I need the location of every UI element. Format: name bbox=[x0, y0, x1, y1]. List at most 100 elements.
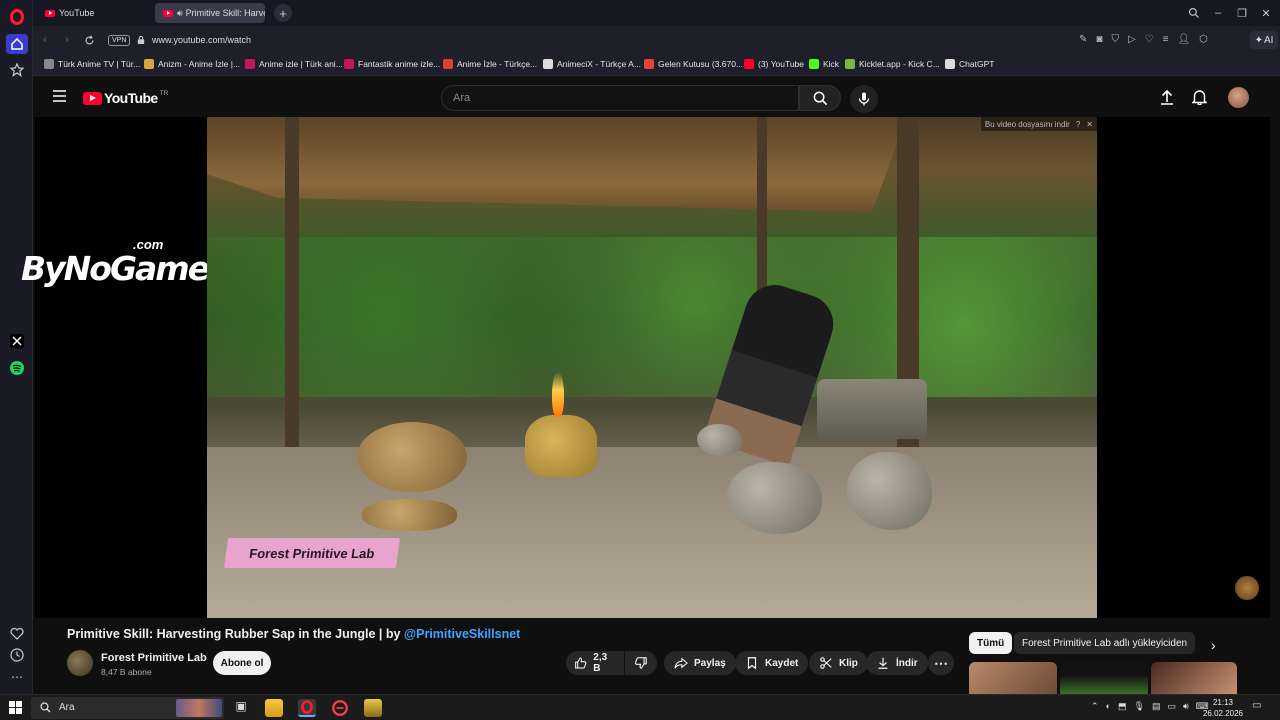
account-avatar[interactable] bbox=[1228, 87, 1249, 108]
bookmark-item[interactable]: AnimeciX - Türkçe A... bbox=[543, 59, 641, 69]
tab-label: YouTube bbox=[59, 8, 95, 18]
chip-from-uploader[interactable]: Forest Primitive Lab adlı yükleyiciden bbox=[1014, 632, 1196, 654]
back-button[interactable]: ‹ bbox=[37, 32, 53, 48]
thumbs-down-icon bbox=[634, 657, 647, 669]
vpn-badge[interactable]: VPN bbox=[108, 35, 131, 46]
tray-app-icon[interactable]: ⬒ bbox=[1118, 701, 1127, 712]
download-video-note[interactable]: Bu video dosyasını indir ? ✕ bbox=[980, 117, 1097, 131]
like-button[interactable]: 2,3 B bbox=[566, 651, 624, 675]
channel-name[interactable]: Forest Primitive Lab bbox=[101, 652, 207, 664]
video-player[interactable]: ByNoGame .com Bu video dosyasını indir ?… bbox=[21, 117, 1270, 618]
tray-mic-icon[interactable]: 🎙︎ bbox=[1134, 701, 1145, 712]
task-view-icon[interactable]: ▣ bbox=[232, 699, 250, 717]
channel-branding-icon[interactable] bbox=[1235, 576, 1259, 600]
hamburger-menu-icon[interactable] bbox=[53, 90, 66, 105]
video-frame[interactable]: Bu video dosyasını indir ? ✕ Forest Prim… bbox=[207, 117, 1097, 618]
bookmark-favicon-icon bbox=[44, 59, 54, 69]
speaker-icon[interactable]: 🔊︎ bbox=[177, 8, 183, 19]
new-tab-button[interactable]: + bbox=[274, 4, 292, 22]
bookmark-item[interactable]: Fantastik anime izle... bbox=[344, 59, 440, 69]
bookmark-item[interactable]: Kick bbox=[809, 59, 839, 69]
edit-icon[interactable]: ✎ bbox=[1079, 34, 1087, 45]
opera-taskbar-icon[interactable] bbox=[298, 699, 316, 717]
voice-search-button[interactable] bbox=[850, 85, 878, 113]
forward-button[interactable]: › bbox=[59, 32, 75, 48]
bookmarks-bar: Türk Anime TV | Tür... Anizm - Anime İzl… bbox=[33, 54, 1280, 76]
home-icon[interactable] bbox=[6, 34, 28, 54]
bookmark-item[interactable]: Anizm - Anime İzle |... bbox=[144, 59, 240, 69]
notifications-bell-icon[interactable] bbox=[1191, 89, 1208, 108]
download-note-text: Bu video dosyasını indir bbox=[984, 119, 1070, 129]
search-input[interactable]: Ara bbox=[441, 85, 799, 111]
network-icon[interactable]: ▭ bbox=[1167, 701, 1176, 712]
bookmark-item[interactable]: Kicklet.app - Kick C... bbox=[845, 59, 940, 69]
channel-handle-link[interactable]: @PrimitiveSkillsnet bbox=[404, 627, 520, 641]
recommended-thumbnail[interactable] bbox=[969, 662, 1057, 694]
clip-label: Klip bbox=[839, 657, 858, 669]
recommended-thumbnail[interactable] bbox=[1151, 662, 1237, 694]
share-button[interactable]: Paylaş bbox=[664, 651, 736, 675]
tray-chevron-icon[interactable]: ⌃ bbox=[1091, 701, 1099, 712]
camera-icon[interactable]: ◙ bbox=[1096, 34, 1102, 45]
save-label: Kaydet bbox=[765, 657, 799, 669]
download-button[interactable]: İndir bbox=[866, 651, 928, 675]
opera-gx-taskbar-icon[interactable] bbox=[331, 699, 349, 717]
x-twitter-icon[interactable] bbox=[8, 332, 26, 350]
close-button[interactable]: ✕ bbox=[1258, 5, 1274, 21]
search-button[interactable] bbox=[799, 85, 841, 111]
taskbar-search[interactable]: Ara bbox=[31, 697, 224, 719]
volume-icon[interactable]: 🔊︎ bbox=[1183, 701, 1189, 712]
extensions-icon[interactable]: ⬡ bbox=[1199, 34, 1208, 45]
windows-start-icon[interactable] bbox=[9, 701, 22, 717]
more-icon[interactable]: ⋯ bbox=[8, 668, 26, 686]
channel-avatar[interactable] bbox=[67, 650, 93, 676]
star-icon[interactable] bbox=[8, 61, 26, 79]
url-text[interactable]: www.youtube.com/watch bbox=[152, 35, 251, 45]
upload-icon[interactable] bbox=[1160, 89, 1174, 108]
tray-app-icon[interactable]: ◐ bbox=[1106, 701, 1111, 712]
close-icon[interactable]: ✕ bbox=[1086, 120, 1093, 129]
app-taskbar-icon[interactable] bbox=[364, 699, 382, 717]
aria-ai-button[interactable]: ✦ AI bbox=[1250, 31, 1278, 49]
profile-icon[interactable]: 👤︎ bbox=[1177, 34, 1190, 45]
file-explorer-icon[interactable] bbox=[265, 699, 283, 717]
tray-app-icon[interactable]: ▤ bbox=[1152, 701, 1161, 712]
tab-primitive-skill[interactable]: 🔊︎ Primitive Skill: Harvest bbox=[155, 3, 265, 23]
address-bar[interactable]: VPN www.youtube.com/watch bbox=[101, 30, 1241, 50]
heart-icon[interactable]: ♡ bbox=[1145, 34, 1154, 45]
clip-button[interactable]: Klip bbox=[809, 651, 868, 675]
bookmark-item[interactable]: Gelen Kutusu (3.670... bbox=[644, 59, 743, 69]
heart-icon[interactable] bbox=[8, 625, 26, 643]
adblock-shield-icon[interactable]: ⛉ bbox=[1111, 34, 1119, 45]
more-actions-button[interactable]: ⋯ bbox=[928, 651, 954, 675]
opera-logo-icon[interactable] bbox=[8, 8, 26, 26]
dislike-button[interactable] bbox=[625, 651, 657, 675]
youtube-logo[interactable]: YouTube TR bbox=[83, 90, 168, 106]
overlay-brand-suffix: .com bbox=[133, 237, 164, 252]
bookmark-item[interactable]: Türk Anime TV | Tür... bbox=[44, 59, 140, 69]
chip-next-chevron-icon[interactable]: › bbox=[1211, 637, 1216, 653]
chip-all[interactable]: Tümü bbox=[969, 632, 1013, 654]
notification-center-icon[interactable]: ▭ bbox=[1252, 700, 1266, 714]
help-icon[interactable]: ? bbox=[1076, 120, 1080, 129]
save-button[interactable]: Kaydet bbox=[735, 651, 809, 675]
minimize-button[interactable]: – bbox=[1210, 5, 1226, 21]
search-tabs-icon[interactable] bbox=[1186, 5, 1202, 21]
bookmark-item[interactable]: Anime izle | Türk ani... bbox=[245, 59, 343, 69]
bookmark-item[interactable]: ChatGPT bbox=[945, 59, 994, 69]
lock-icon[interactable] bbox=[137, 34, 145, 48]
menu-icon[interactable]: ≡ bbox=[1163, 34, 1169, 45]
bookmark-item[interactable]: Anime İzle - Türkçe... bbox=[443, 59, 537, 69]
spotify-icon[interactable] bbox=[8, 359, 26, 377]
play-icon[interactable]: ▷ bbox=[1128, 34, 1136, 45]
tab-youtube[interactable]: YouTube bbox=[37, 3, 149, 23]
stone-trough bbox=[817, 379, 927, 439]
reload-button[interactable] bbox=[81, 32, 97, 48]
taskbar-clock[interactable]: 21:13 26.02.2026 bbox=[1201, 697, 1245, 719]
recommended-thumbnail[interactable] bbox=[1060, 662, 1148, 694]
bookmark-item[interactable]: (3) YouTube bbox=[744, 59, 804, 69]
maximize-button[interactable]: ❐ bbox=[1234, 5, 1250, 21]
bookmark-favicon-icon bbox=[809, 59, 819, 69]
history-icon[interactable] bbox=[8, 646, 26, 664]
subscribe-button[interactable]: Abone ol bbox=[213, 651, 271, 675]
